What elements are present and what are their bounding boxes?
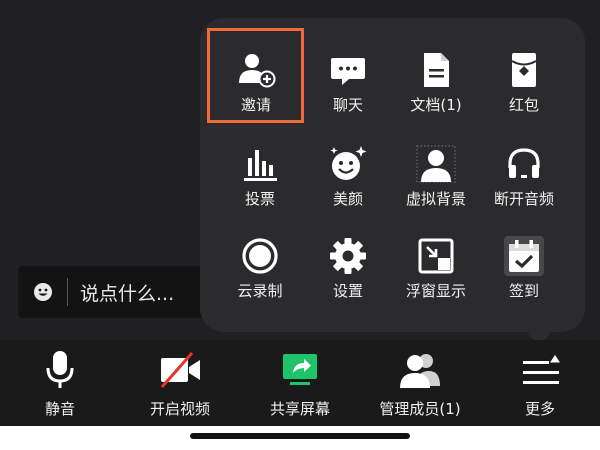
gear-icon bbox=[330, 238, 366, 274]
menu-item-label: 聊天 bbox=[332, 96, 363, 114]
menu-item-chat[interactable]: 聊天 bbox=[310, 36, 386, 118]
floating-window-icon bbox=[418, 238, 454, 274]
menu-item-disconnect-audio[interactable]: 断开音频 bbox=[486, 130, 562, 212]
red-envelope-icon bbox=[511, 53, 537, 87]
beauty-face-icon bbox=[330, 146, 367, 180]
menu-item-label: 红包 bbox=[508, 96, 539, 114]
more-menu-icon bbox=[523, 355, 560, 384]
menu-item-label: 美颜 bbox=[332, 190, 363, 208]
more-button[interactable]: 更多 bbox=[480, 340, 600, 426]
emoji-icon[interactable] bbox=[33, 282, 53, 302]
chat-bubble-icon bbox=[331, 58, 365, 85]
menu-item-label: 签到 bbox=[508, 282, 539, 300]
menu-item-beauty[interactable]: 美颜 bbox=[310, 130, 386, 212]
share-screen-icon bbox=[283, 354, 317, 385]
menu-item-label: 文档(1) bbox=[410, 96, 462, 114]
menu-item-label: 断开音频 bbox=[493, 190, 554, 208]
share-screen-label: 共享屏幕 bbox=[269, 400, 330, 418]
vote-bars-icon bbox=[244, 150, 277, 181]
menu-item-virtual-background[interactable]: 虚拟背景 bbox=[398, 130, 474, 212]
menu-item-label: 虚拟背景 bbox=[405, 190, 466, 208]
menu-item-floating-window[interactable]: 浮窗显示 bbox=[398, 222, 474, 304]
members-icon bbox=[400, 354, 440, 388]
menu-item-label: 云录制 bbox=[237, 282, 283, 300]
start-video-label: 开启视频 bbox=[149, 400, 210, 418]
bottom-toolbar: 静音 开启视频 共享屏幕 管理成员(1) 更多 bbox=[0, 340, 600, 426]
microphone-icon bbox=[46, 351, 74, 388]
menu-item-label: 浮窗显示 bbox=[405, 282, 466, 300]
menu-item-label: 设置 bbox=[332, 282, 363, 300]
chat-input-bar[interactable]: 说点什么... bbox=[18, 266, 203, 318]
more-label: 更多 bbox=[524, 400, 555, 418]
menu-item-documents[interactable]: 文档(1) bbox=[398, 36, 474, 118]
chat-divider bbox=[67, 278, 68, 306]
video-off-icon bbox=[160, 352, 200, 388]
menu-item-label: 投票 bbox=[244, 190, 275, 208]
menu-item-settings[interactable]: 设置 bbox=[310, 222, 386, 304]
menu-item-red-envelope[interactable]: 红包 bbox=[486, 36, 562, 118]
document-icon bbox=[424, 53, 449, 87]
start-video-button[interactable]: 开启视频 bbox=[120, 340, 240, 426]
home-indicator[interactable] bbox=[190, 433, 410, 439]
share-screen-button[interactable]: 共享屏幕 bbox=[240, 340, 360, 426]
chat-placeholder[interactable]: 说点什么... bbox=[80, 279, 174, 306]
virtual-background-icon bbox=[416, 145, 456, 183]
menu-item-check-in[interactable]: 签到 bbox=[486, 222, 562, 304]
record-icon bbox=[242, 238, 278, 274]
invite-highlight-box bbox=[207, 28, 304, 123]
manage-members-label: 管理成员(1) bbox=[379, 400, 461, 418]
mute-button[interactable]: 静音 bbox=[0, 340, 120, 426]
manage-members-button[interactable]: 管理成员(1) bbox=[360, 340, 480, 426]
mute-label: 静音 bbox=[44, 400, 75, 418]
calendar-check-icon bbox=[504, 236, 544, 276]
menu-item-cloud-record[interactable]: 云录制 bbox=[222, 222, 298, 304]
headphones-icon bbox=[508, 148, 540, 178]
menu-item-vote[interactable]: 投票 bbox=[222, 130, 298, 212]
